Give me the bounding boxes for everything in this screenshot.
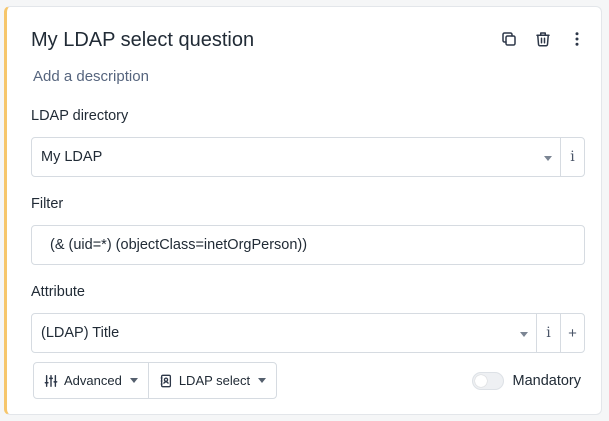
attribute-label: Attribute xyxy=(31,284,85,300)
mandatory-label: Mandatory xyxy=(512,373,581,389)
attribute-select[interactable]: (LDAP) Title i + xyxy=(31,313,585,353)
mandatory-control: Mandatory xyxy=(472,372,581,390)
ldap-directory-label: LDAP directory xyxy=(31,108,129,124)
question-card: My LDAP select question Add a descriptio… xyxy=(4,6,602,415)
filter-label: Filter xyxy=(31,196,64,212)
more-vertical-icon[interactable] xyxy=(567,29,587,49)
question-type-label: LDAP select xyxy=(178,373,251,388)
description-field[interactable]: Add a description xyxy=(33,68,149,85)
attribute-value: (LDAP) Title xyxy=(41,325,120,341)
question-type-button[interactable]: LDAP select xyxy=(147,363,276,398)
question-title[interactable]: My LDAP select question xyxy=(31,29,254,52)
sliders-icon xyxy=(44,374,58,387)
advanced-button[interactable]: Advanced xyxy=(34,363,148,398)
address-book-icon xyxy=(160,374,171,387)
chevron-down-icon xyxy=(258,378,267,383)
ldap-directory-select[interactable]: My LDAP i xyxy=(31,137,585,177)
chevron-down-icon[interactable] xyxy=(512,330,536,337)
chevron-down-icon[interactable] xyxy=(536,154,560,161)
chevron-down-icon xyxy=(129,378,138,383)
trash-icon[interactable] xyxy=(533,29,553,49)
info-icon[interactable]: i xyxy=(536,314,560,352)
copy-icon[interactable] xyxy=(499,29,519,49)
advanced-label: Advanced xyxy=(64,373,122,388)
question-actions xyxy=(499,29,587,49)
info-icon[interactable]: i xyxy=(560,138,584,176)
mandatory-toggle[interactable] xyxy=(472,372,505,390)
question-toolbar: Advanced LDAP select xyxy=(33,362,278,399)
filter-input[interactable]: (& (uid=*) (objectClass=inetOrgPerson)) xyxy=(31,225,585,265)
ldap-directory-value: My LDAP xyxy=(41,149,103,165)
add-icon[interactable]: + xyxy=(560,314,584,352)
